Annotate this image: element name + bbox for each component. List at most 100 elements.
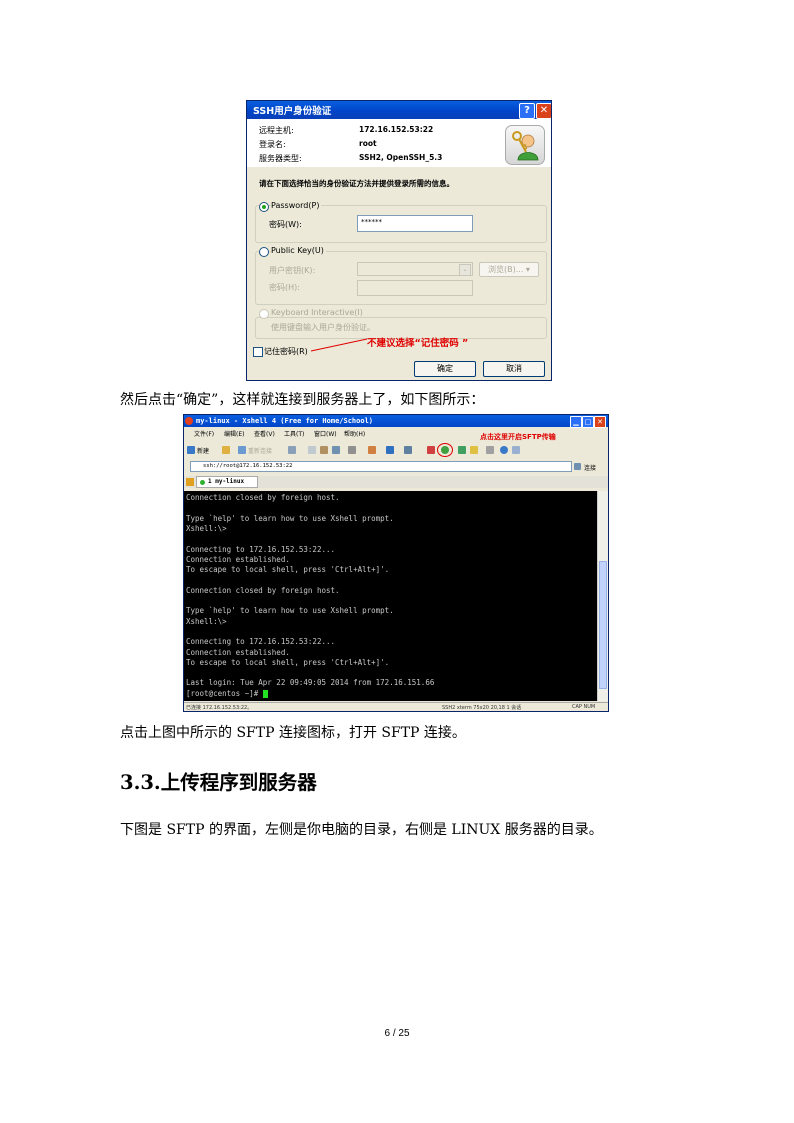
remote-host-value: 172.16.152.53:22 xyxy=(359,125,434,134)
terminal-line: Connection established. xyxy=(186,554,290,564)
terminal[interactable]: Connection closed by foreign host. Type `… xyxy=(184,491,597,701)
help-icon[interactable] xyxy=(500,446,508,454)
password-radio[interactable] xyxy=(259,202,269,212)
toolbar: 新建 重新连接 xyxy=(184,443,608,457)
dialog-title: SSH用户身份验证 xyxy=(253,106,332,117)
paragraph-3: 下图是 SFTP 的界面，左侧是你电脑的目录，右侧是 LINUX 服务器的目录。 xyxy=(120,822,603,838)
connect-icon[interactable] xyxy=(574,463,581,470)
keyboard-description: 使用键盘输入用户身份验证。 xyxy=(271,323,375,332)
status-session-info: SSH2 xterm 75x20 20,18 1 会话 xyxy=(442,705,522,711)
session-manager-icon[interactable] xyxy=(186,478,194,486)
ssh-auth-dialog: SSH用户身份验证 ? ✕ 远程主机: 172.16.152.53:22 登录名… xyxy=(246,100,552,381)
terminal-line: [root@centos ~]# xyxy=(186,689,268,699)
menu-window[interactable]: 窗口(W) xyxy=(314,429,337,438)
connect-button[interactable]: 连接 xyxy=(584,463,596,472)
terminal-line: Xshell:\> xyxy=(186,616,227,626)
password-label: 密码(W): xyxy=(269,220,302,229)
terminal-line: Type `help' to learn how to use Xshell p… xyxy=(186,606,394,616)
status-connection: 已连接 172.16.152.53:22。 xyxy=(186,705,253,711)
terminal-cursor xyxy=(262,689,268,698)
paragraph-1: 然后点击“确定”，这样就连接到服务器上了，如下图所示： xyxy=(120,392,485,408)
xshell-app-icon xyxy=(185,417,193,425)
annotation-text: 不建议选择“记住密码 ” xyxy=(367,338,469,349)
keyboard-radio[interactable] xyxy=(259,309,269,319)
maximize-button[interactable]: □ xyxy=(582,416,594,428)
ok-button[interactable]: 确定 xyxy=(414,361,476,377)
copy-icon[interactable] xyxy=(308,446,316,454)
cancel-button[interactable]: 取消 xyxy=(483,361,545,377)
terminal-line: To escape to local shell, press 'Ctrl+Al… xyxy=(186,565,390,575)
instruction-text: 请在下面选择恰当的身份验证方法并提供登录所需的信息。 xyxy=(259,179,454,188)
dialog-header: 远程主机: 172.16.152.53:22 登录名: root 服务器类型: … xyxy=(247,119,551,167)
close-button[interactable]: ✕ xyxy=(536,103,551,119)
xshell-title-bar[interactable]: my-linux - Xshell 4 (Free for Home/Schoo… xyxy=(184,415,608,428)
server-type-label: 服务器类型: xyxy=(259,154,302,163)
server-type-value: SSH2, OpenSSH_5.3 xyxy=(359,153,443,162)
user-key-label: 用户密钥(K): xyxy=(269,266,316,275)
menu-tools[interactable]: 工具(T) xyxy=(284,429,304,438)
sftp-annotation: 点击这里开启SFTP传输 xyxy=(480,433,556,441)
menu-help[interactable]: 帮助(H) xyxy=(344,429,365,438)
publickey-option-label[interactable]: Public Key(U) xyxy=(271,246,326,255)
terminal-line: Last login: Tue Apr 22 09:49:05 2014 fro… xyxy=(186,678,435,688)
properties-icon[interactable] xyxy=(288,446,296,454)
xftp-icon[interactable] xyxy=(427,446,435,454)
window-close-button[interactable]: ✕ xyxy=(594,416,606,428)
terminal-line: To escape to local shell, press 'Ctrl+Al… xyxy=(186,657,390,667)
page-number: 6 / 25 xyxy=(384,1028,410,1039)
open-folder-icon[interactable] xyxy=(222,446,230,454)
publickey-group xyxy=(255,251,547,305)
menu-edit[interactable]: 编辑(E) xyxy=(224,429,244,438)
menu-bar: 文件(F) 编辑(E) 查看(V) 工具(T) 窗口(W) 帮助(H) xyxy=(194,429,494,438)
remote-host-label: 远程主机: xyxy=(259,126,294,135)
remember-password-label[interactable]: 记住密码(R) xyxy=(264,346,308,357)
keyboard-icon[interactable] xyxy=(486,446,494,454)
user-key-select[interactable]: ⌄ xyxy=(357,262,473,276)
find-icon[interactable] xyxy=(332,446,340,454)
password-field[interactable]: ****** xyxy=(357,215,473,232)
dropdown-arrow-icon: ⌄ xyxy=(459,264,471,276)
chat-icon[interactable] xyxy=(512,446,520,454)
keys-user-icon xyxy=(505,125,545,165)
terminal-scrollbar[interactable] xyxy=(597,491,608,701)
section-heading: 3.3.上传程序到服务器 xyxy=(120,771,317,794)
terminal-line: Xshell:\> xyxy=(186,523,227,533)
annotation-arrow-icon xyxy=(310,338,368,352)
scrollbar-thumb[interactable] xyxy=(599,561,607,689)
dialog-title-bar[interactable]: SSH用户身份验证 ? ✕ xyxy=(247,101,551,119)
font-icon[interactable] xyxy=(368,446,376,454)
password-value: ****** xyxy=(361,218,382,226)
new-session-icon[interactable] xyxy=(187,446,195,454)
passphrase-field[interactable] xyxy=(357,280,473,296)
browse-button[interactable]: 浏览(B)... ▾ xyxy=(479,262,539,277)
terminal-line: Connection established. xyxy=(186,647,290,657)
publickey-radio[interactable] xyxy=(259,247,269,257)
paste-icon[interactable] xyxy=(320,446,328,454)
terminal-line: Connection closed by foreign host. xyxy=(186,493,340,502)
tab-bar: 1 my-linux xyxy=(184,476,608,488)
sftp-highlight-circle xyxy=(437,443,453,457)
new-button-label[interactable]: 新建 xyxy=(197,446,209,455)
menu-file[interactable]: 文件(F) xyxy=(194,429,214,438)
password-option-label[interactable]: Password(P) xyxy=(271,201,322,210)
layout-icon[interactable] xyxy=(458,446,466,454)
minimize-button[interactable]: ▁ xyxy=(570,416,582,428)
reconnect-label[interactable]: 重新连接 xyxy=(248,446,272,455)
terminal-line: Connecting to 172.16.152.53:22... xyxy=(186,544,336,554)
status-keys: CAP NUM xyxy=(572,704,596,710)
reconnect-icon[interactable] xyxy=(238,446,246,454)
address-bar[interactable]: ssh://root@172.16.152.53:22 xyxy=(190,461,572,472)
remember-password-checkbox[interactable] xyxy=(253,347,263,357)
script-icon[interactable] xyxy=(404,446,412,454)
terminal-line: Connection closed by foreign host. xyxy=(186,585,340,595)
passphrase-label: 密码(H): xyxy=(269,283,300,292)
xshell-title: my-linux - Xshell 4 (Free for Home/Schoo… xyxy=(196,417,374,425)
print-icon[interactable] xyxy=(348,446,356,454)
connected-status-icon xyxy=(200,480,205,485)
tab-my-linux[interactable]: 1 my-linux xyxy=(196,476,258,488)
help-button[interactable]: ? xyxy=(519,103,535,119)
keyboard-option-label[interactable]: Keyboard Interactive(I) xyxy=(271,308,365,317)
lock-icon[interactable] xyxy=(470,446,478,454)
globe-icon[interactable] xyxy=(386,446,394,454)
menu-view[interactable]: 查看(V) xyxy=(254,429,275,438)
